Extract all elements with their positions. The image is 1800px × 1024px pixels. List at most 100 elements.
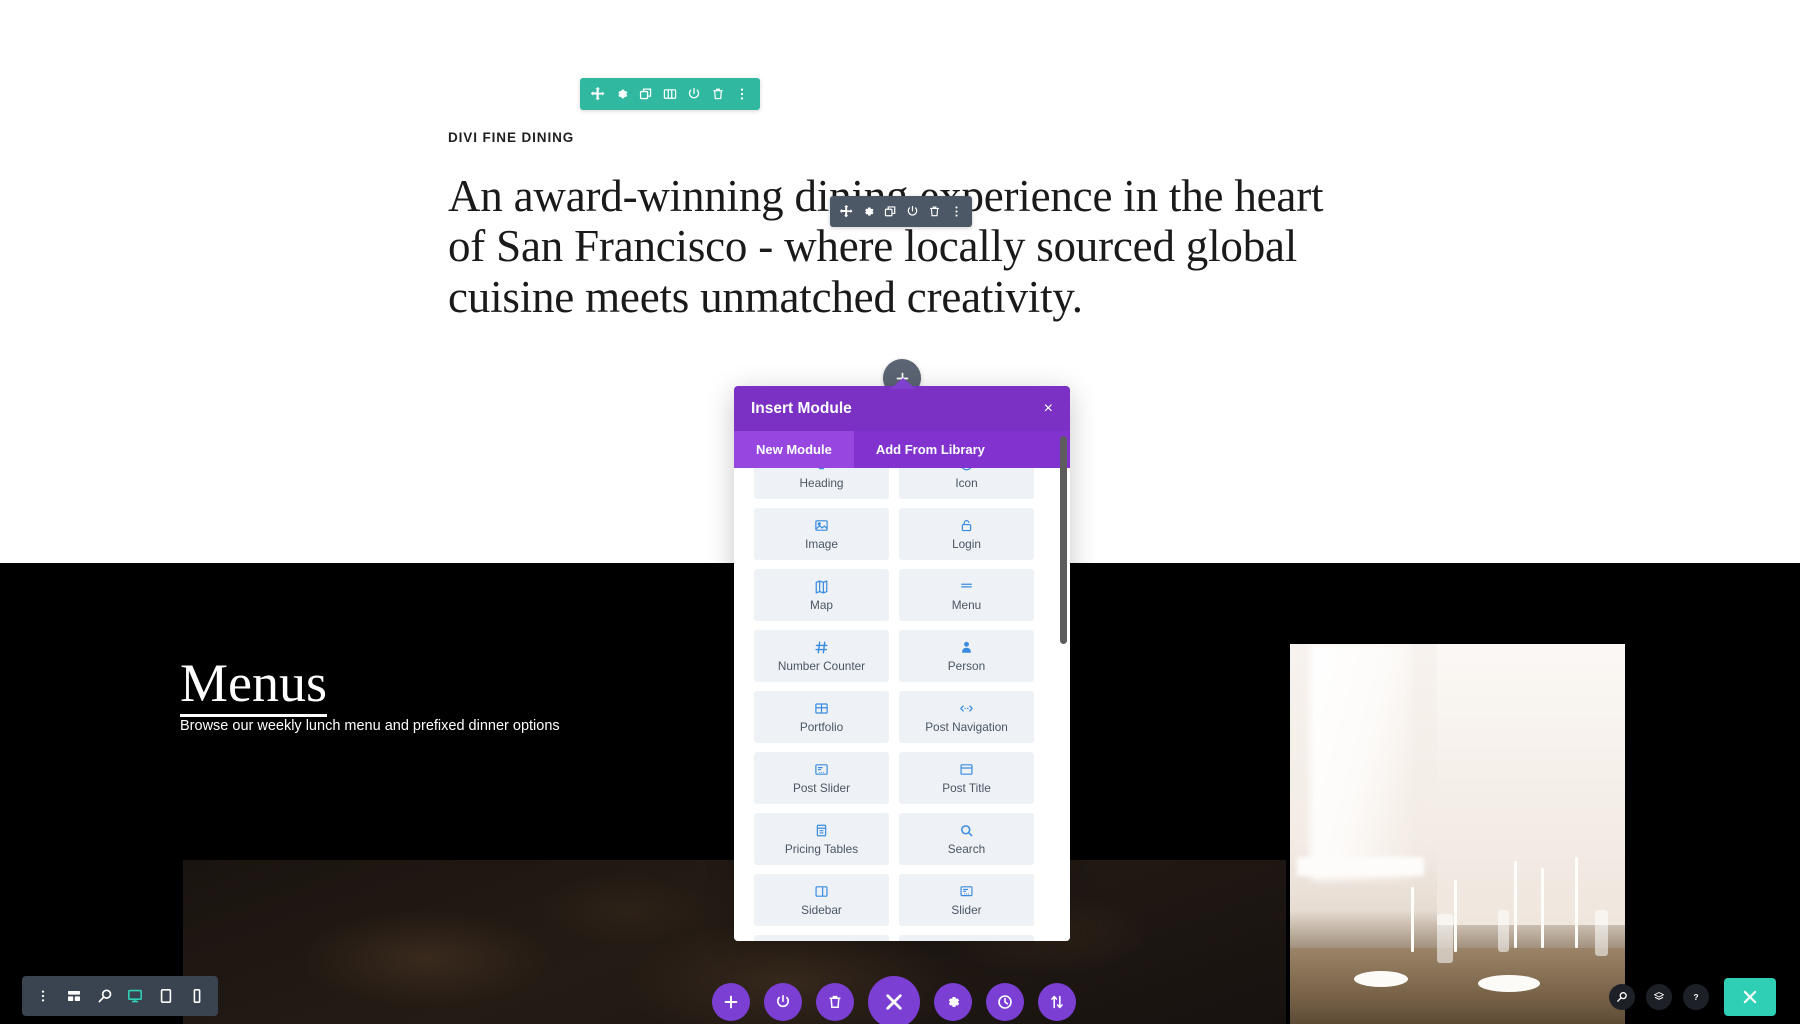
add-section-button[interactable] — [712, 983, 750, 1021]
hamburger-icon — [959, 579, 974, 594]
tab-add-from-library[interactable]: Add From Library — [854, 431, 1007, 468]
image-bottle — [1437, 913, 1454, 964]
move-icon[interactable] — [835, 199, 857, 225]
menus-title: Menus — [180, 655, 327, 717]
tab-new-module[interactable]: New Module — [734, 431, 854, 468]
module-item-label: Post Slider — [792, 780, 851, 795]
module-item-label: Image — [805, 536, 838, 551]
duplicate-icon[interactable] — [879, 199, 901, 225]
image-candle — [1410, 887, 1414, 952]
trash-icon[interactable] — [706, 80, 730, 108]
more-options-icon[interactable] — [730, 80, 754, 108]
zoom-out-icon[interactable] — [92, 983, 118, 1009]
module-item-person[interactable]: Person — [899, 630, 1034, 682]
module-item-search[interactable]: Search — [899, 813, 1034, 865]
modal-title: Insert Module — [751, 399, 852, 417]
module-item-label: Login — [952, 536, 981, 551]
trash-icon — [829, 995, 841, 1008]
modal-header: Insert Module × — [734, 386, 1070, 431]
module-toolbar[interactable] — [830, 196, 972, 227]
gear-icon[interactable] — [610, 80, 634, 108]
gear-icon — [948, 997, 960, 1007]
image-candle — [1514, 860, 1518, 948]
image-plate — [1353, 970, 1408, 987]
module-item-menu[interactable]: Menu — [899, 569, 1034, 621]
image-table — [1290, 948, 1625, 1024]
module-item-label: Heading — [799, 475, 844, 490]
close-icon — [1743, 990, 1757, 1004]
close-builder-button[interactable] — [868, 976, 920, 1024]
grid-icon — [814, 701, 829, 716]
module-item-post-slider[interactable]: Post Slider — [754, 752, 889, 804]
module-item-post-navigation[interactable]: Post Navigation — [899, 691, 1034, 743]
help-icon[interactable]: ? — [1683, 984, 1709, 1010]
post-title-icon — [959, 762, 974, 777]
module-item-label: Sidebar — [801, 902, 842, 917]
phone-icon[interactable] — [184, 983, 210, 1009]
tablet-icon[interactable] — [153, 983, 179, 1009]
module-item-label: Map — [810, 597, 833, 612]
module-item-label: Icon — [955, 475, 978, 490]
code-arrows-icon — [959, 701, 974, 716]
module-item-label: Person — [947, 658, 986, 673]
post-slider-icon — [814, 762, 829, 777]
zoom-icon[interactable] — [1609, 984, 1635, 1010]
module-item-heading[interactable]: Heading — [754, 468, 889, 499]
close-icon — [886, 994, 902, 1010]
module-item-label: Post Title — [942, 780, 991, 795]
module-item-sidebar[interactable]: Sidebar — [754, 874, 889, 926]
columns-icon[interactable] — [658, 80, 682, 108]
close-icon[interactable]: × — [1044, 400, 1053, 417]
module-item-icon[interactable]: Icon — [899, 468, 1034, 499]
sidebar-icon — [814, 884, 829, 899]
module-item-map[interactable]: Map — [754, 569, 889, 621]
search-icon — [959, 823, 974, 838]
image-window — [1310, 644, 1411, 880]
toggle-visibility-button[interactable] — [764, 983, 802, 1021]
more-options-icon[interactable] — [945, 199, 967, 225]
history-button[interactable] — [986, 983, 1024, 1021]
module-item-label: Post Navigation — [925, 719, 1008, 734]
heading-icon — [814, 468, 829, 472]
close-panel-button[interactable] — [1724, 978, 1776, 1016]
modal-scrollbar[interactable] — [1060, 436, 1067, 644]
power-icon[interactable] — [682, 80, 706, 108]
svg-text:?: ? — [1693, 993, 1698, 1002]
module-item-image[interactable]: Image — [754, 508, 889, 560]
gear-icon[interactable] — [857, 199, 879, 225]
trash-icon[interactable] — [923, 199, 945, 225]
module-item-portfolio[interactable]: Portfolio — [754, 691, 889, 743]
module-item-login[interactable]: Login — [899, 508, 1034, 560]
module-item-pricing-tables[interactable]: Pricing Tables — [754, 813, 889, 865]
modal-caret — [890, 378, 916, 389]
icon-badge-icon — [959, 468, 974, 472]
module-item-number-counter[interactable]: Number Counter — [754, 630, 889, 682]
module-item-label: Portfolio — [799, 719, 844, 734]
hero-eyebrow: DIVI FINE DINING — [448, 130, 575, 145]
power-icon[interactable] — [901, 199, 923, 225]
delete-button[interactable] — [816, 983, 854, 1021]
module-item-post-title[interactable]: Post Title — [899, 752, 1034, 804]
duplicate-icon[interactable] — [634, 80, 658, 108]
layers-icon[interactable] — [1646, 984, 1672, 1010]
section-toolbar[interactable] — [580, 78, 760, 110]
image-candle — [1541, 868, 1545, 948]
portability-button[interactable] — [1038, 983, 1076, 1021]
settings-button[interactable] — [934, 983, 972, 1021]
image-candle — [1574, 856, 1578, 948]
builder-main-toolbar — [712, 976, 1076, 1024]
utility-toolbar: ? — [1609, 978, 1776, 1016]
lock-icon — [959, 518, 974, 533]
view-mode-toolbar — [22, 976, 218, 1016]
module-item[interactable] — [754, 935, 889, 941]
wireframe-icon[interactable] — [61, 983, 87, 1009]
vertical-dots-icon[interactable] — [30, 983, 56, 1009]
module-item-label: Search — [947, 841, 986, 856]
module-item[interactable] — [899, 935, 1034, 941]
move-icon[interactable] — [586, 80, 610, 108]
menus-subtitle: Browse our weekly lunch menu and prefixe… — [180, 718, 560, 734]
module-grid: Heading Icon Image Login Map Menu Number Count… — [754, 468, 1034, 941]
sort-icon — [1051, 995, 1063, 1009]
module-item-slider[interactable]: Slider — [899, 874, 1034, 926]
desktop-icon[interactable] — [122, 983, 148, 1009]
